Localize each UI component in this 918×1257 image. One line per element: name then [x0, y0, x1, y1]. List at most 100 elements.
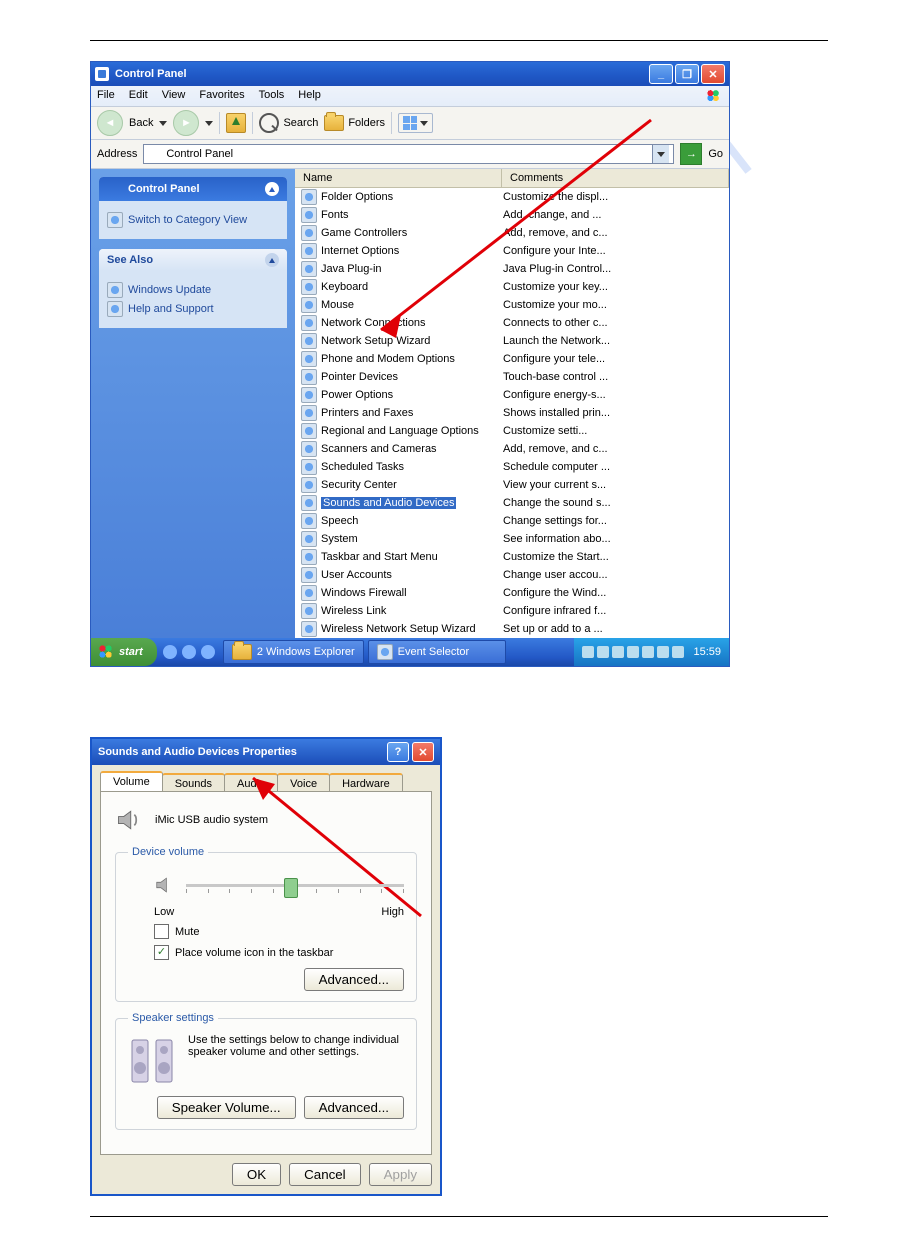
menu-help[interactable]: Help — [298, 89, 321, 103]
list-item[interactable]: Pointer DevicesTouch-base control ... — [295, 368, 729, 386]
help-button[interactable]: ? — [387, 742, 409, 762]
list-item[interactable]: Network ConnectionsConnects to other c..… — [295, 314, 729, 332]
list-item[interactable]: Printers and FaxesShows installed prin..… — [295, 404, 729, 422]
folders-button[interactable]: Folders — [324, 115, 385, 131]
list-item[interactable]: Folder OptionsCustomize the displ... — [295, 188, 729, 206]
forward-button[interactable]: ► — [173, 110, 199, 136]
system-tray[interactable]: 15:59 — [574, 638, 729, 666]
back-button[interactable]: ◄ — [97, 110, 123, 136]
volume-slider[interactable] — [186, 884, 404, 887]
menu-bar: File Edit View Favorites Tools Help — [91, 86, 729, 107]
list-item[interactable]: Sounds and Audio DevicesChange the sound… — [295, 494, 729, 512]
advanced-volume-button[interactable]: Advanced... — [304, 968, 404, 991]
taskbar-button-event-selector[interactable]: Event Selector — [368, 640, 506, 664]
sidebar-header-control-panel[interactable]: Control Panel — [99, 177, 287, 201]
list-item[interactable]: SpeechChange settings for... — [295, 512, 729, 530]
menu-edit[interactable]: Edit — [129, 89, 148, 103]
menu-favorites[interactable]: Favorites — [199, 89, 244, 103]
column-header-comments[interactable]: Comments — [502, 169, 729, 187]
list-item-name: Wireless Link — [321, 605, 386, 617]
list-item-name: Network Connections — [321, 317, 426, 329]
help-support-link[interactable]: Help and Support — [107, 301, 279, 317]
list-item[interactable]: Phone and Modem OptionsConfigure your te… — [295, 350, 729, 368]
tab-hardware[interactable]: Hardware — [329, 773, 403, 793]
advanced-speaker-button[interactable]: Advanced... — [304, 1096, 404, 1119]
list-item[interactable]: Scheduled TasksSchedule computer ... — [295, 458, 729, 476]
speaker-icon — [115, 806, 143, 834]
list-item[interactable]: Wireless Network Setup WizardSet up or a… — [295, 620, 729, 638]
address-dropdown-icon[interactable] — [652, 145, 669, 163]
tray-icon[interactable] — [582, 646, 594, 658]
sidebar: Control Panel Switch to Category View Se… — [91, 169, 295, 638]
list-item[interactable]: Scanners and CamerasAdd, remove, and c..… — [295, 440, 729, 458]
list-item[interactable]: MouseCustomize your mo... — [295, 296, 729, 314]
list-item[interactable]: User AccountsChange user accou... — [295, 566, 729, 584]
slider-thumb[interactable] — [284, 878, 298, 898]
close-button[interactable]: ✕ — [412, 742, 434, 762]
list-item[interactable]: Security CenterView your current s... — [295, 476, 729, 494]
tab-voice[interactable]: Voice — [277, 773, 330, 793]
tray-icon[interactable] — [657, 646, 669, 658]
close-button[interactable]: ✕ — [701, 64, 725, 84]
switch-category-view-link[interactable]: Switch to Category View — [107, 212, 279, 228]
maximize-button[interactable]: ❐ — [675, 64, 699, 84]
start-button[interactable]: start — [91, 638, 157, 666]
window-titlebar[interactable]: Control Panel _ ❐ ✕ — [91, 62, 729, 86]
views-button[interactable] — [398, 113, 433, 133]
list-item[interactable]: Taskbar and Start MenuCustomize the Star… — [295, 548, 729, 566]
tab-volume[interactable]: Volume — [100, 771, 163, 791]
tray-icon[interactable] — [672, 646, 684, 658]
taskbar-button-explorer[interactable]: 2 Windows Explorer — [223, 640, 364, 664]
list-item[interactable]: Regional and Language OptionsCustomize s… — [295, 422, 729, 440]
list-item[interactable]: Power OptionsConfigure energy-s... — [295, 386, 729, 404]
list-item[interactable]: Game ControllersAdd, remove, and c... — [295, 224, 729, 242]
tray-icon[interactable] — [642, 646, 654, 658]
address-value: Control Panel — [166, 148, 233, 160]
list-item-name: Printers and Faxes — [321, 407, 413, 419]
applet-icon — [301, 225, 317, 241]
ie-quicklaunch-icon[interactable] — [163, 645, 177, 659]
search-button[interactable]: Search — [259, 113, 318, 133]
column-header-name[interactable]: Name — [295, 169, 502, 187]
cancel-button[interactable]: Cancel — [289, 1163, 361, 1186]
menu-tools[interactable]: Tools — [259, 89, 285, 103]
address-input[interactable]: Control Panel — [143, 144, 674, 164]
list-item[interactable]: Windows FirewallConfigure the Wind... — [295, 584, 729, 602]
applet-icon — [301, 603, 317, 619]
chevron-down-icon[interactable] — [159, 121, 167, 126]
desktop-quicklaunch-icon[interactable] — [182, 645, 196, 659]
menu-view[interactable]: View — [162, 89, 186, 103]
speaker-settings-group: Speaker settings Use the settings below … — [115, 1012, 417, 1130]
clock[interactable]: 15:59 — [693, 646, 721, 658]
tab-sounds[interactable]: Sounds — [162, 773, 225, 793]
list-item[interactable]: KeyboardCustomize your key... — [295, 278, 729, 296]
mute-checkbox[interactable] — [154, 924, 169, 939]
chevron-down-icon[interactable] — [205, 121, 213, 126]
menu-file[interactable]: File — [97, 89, 115, 103]
media-quicklaunch-icon[interactable] — [201, 645, 215, 659]
speaker-volume-button[interactable]: Speaker Volume... — [157, 1096, 296, 1119]
tray-icon[interactable] — [597, 646, 609, 658]
list-item[interactable]: FontsAdd, change, and ... — [295, 206, 729, 224]
ok-button[interactable]: OK — [232, 1163, 281, 1186]
windows-update-link[interactable]: Windows Update — [107, 282, 279, 298]
place-icon-checkbox[interactable] — [154, 945, 169, 960]
dialog-titlebar[interactable]: Sounds and Audio Devices Properties ? ✕ — [92, 739, 440, 765]
collapse-icon[interactable] — [265, 182, 279, 196]
go-button[interactable]: → — [680, 143, 702, 165]
list-item[interactable]: Wireless LinkConfigure infrared f... — [295, 602, 729, 620]
sidebar-header-see-also[interactable]: See Also — [99, 249, 287, 271]
minimize-button[interactable]: _ — [649, 64, 673, 84]
speaker-settings-legend: Speaker settings — [128, 1012, 218, 1024]
list-item[interactable]: Internet OptionsConfigure your Inte... — [295, 242, 729, 260]
list-item[interactable]: Network Setup WizardLaunch the Network..… — [295, 332, 729, 350]
tab-audio[interactable]: Audio — [224, 773, 278, 793]
up-folder-icon[interactable] — [226, 113, 246, 133]
list-item[interactable]: SystemSee information abo... — [295, 530, 729, 548]
tray-icon[interactable] — [627, 646, 639, 658]
tray-icon[interactable] — [612, 646, 624, 658]
apply-button[interactable]: Apply — [369, 1163, 432, 1186]
collapse-icon[interactable] — [265, 253, 279, 267]
sidebar-title-1: Control Panel — [128, 183, 200, 195]
list-item[interactable]: Java Plug-inJava Plug-in Control... — [295, 260, 729, 278]
